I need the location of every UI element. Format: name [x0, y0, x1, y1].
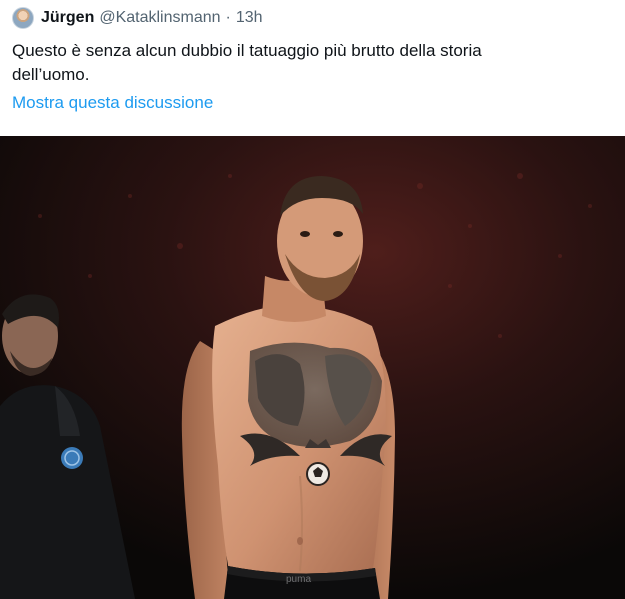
user-display-name[interactable]: Jürgen — [41, 9, 94, 27]
user-handle[interactable]: @Kataklinsmann — [99, 9, 220, 27]
football-player-photo: puma — [0, 136, 625, 599]
tweet-timestamp[interactable]: 13h — [236, 9, 263, 27]
tweet-text: Questo è senza alcun dubbio il tatuaggio… — [12, 41, 482, 84]
tweet-header: Jürgen @Kataklinsmann · 13h — [12, 6, 263, 30]
separator-dot: · — [225, 9, 231, 26]
shorts-brand-text: puma — [286, 574, 311, 585]
show-thread-link[interactable]: Mostra questa discussione — [12, 93, 213, 113]
user-avatar[interactable] — [12, 7, 34, 29]
tweet-photo[interactable]: puma — [0, 136, 625, 599]
tweet-card[interactable]: Jürgen @Kataklinsmann · 13h Questo è sen… — [0, 0, 625, 599]
